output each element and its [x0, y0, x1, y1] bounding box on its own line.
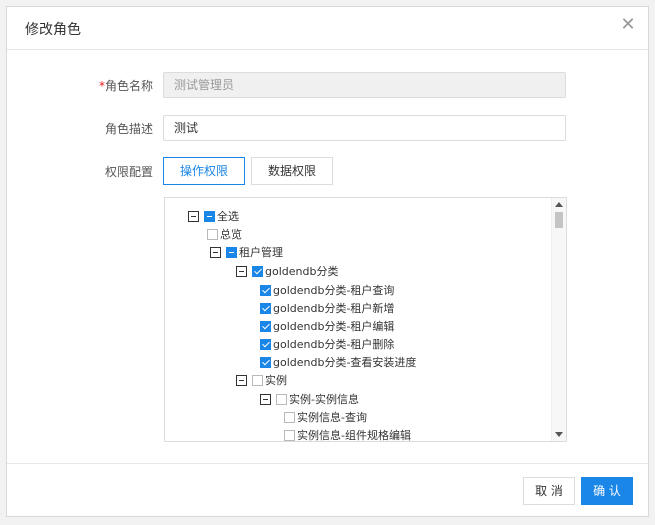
tree-node-label: goldendb分类-租户编辑 [273, 320, 395, 333]
permission-tabs: 操作权限 数据权限 [163, 157, 339, 185]
collapse-icon[interactable] [236, 265, 247, 277]
tree-node[interactable]: goldendb分类-查看安装进度 [260, 354, 416, 370]
dialog-header: 修改角色 ✕ [7, 7, 648, 50]
tree-node-label: 总览 [220, 228, 242, 241]
role-name-label: *角色名称 [98, 79, 153, 93]
role-desc-input[interactable]: 测试 [163, 115, 566, 141]
tree-node-label: goldendb分类 [265, 265, 339, 278]
tree-node-label: goldendb分类-租户查询 [273, 284, 395, 297]
role-name-input[interactable]: 测试管理员 [163, 72, 566, 98]
tree-node-label: goldendb分类-租户删除 [273, 338, 395, 351]
collapse-icon[interactable] [260, 393, 271, 405]
tree-checkbox[interactable] [207, 228, 218, 240]
tree-checkbox[interactable] [260, 338, 271, 350]
tree-checkbox[interactable] [276, 393, 287, 405]
tree-checkbox[interactable] [260, 284, 271, 296]
tree-node-label: goldendb分类-租户新增 [273, 302, 395, 315]
tree-checkbox[interactable] [260, 356, 271, 368]
tree-node[interactable]: 实例信息-查询 [284, 409, 367, 425]
scroll-down-icon[interactable] [555, 432, 563, 437]
tree-node[interactable]: goldendb分类 [236, 263, 338, 279]
tree-node[interactable]: goldendb分类-租户删除 [260, 336, 394, 352]
tree-checkbox[interactable] [260, 320, 271, 332]
tree-checkbox[interactable] [226, 246, 237, 258]
collapse-icon[interactable] [236, 374, 247, 386]
dialog-footer: 取 消 确 认 [7, 463, 648, 516]
scroll-thumb[interactable] [555, 212, 563, 228]
collapse-icon[interactable] [210, 246, 221, 258]
tree-checkbox[interactable] [284, 429, 295, 441]
tree-node[interactable]: 全选 [188, 208, 239, 224]
tree-checkbox[interactable] [252, 265, 263, 277]
dialog-title: 修改角色 [25, 22, 81, 38]
tree-node-label: 实例 [265, 374, 287, 387]
close-icon[interactable]: ✕ [618, 15, 638, 35]
tree-checkbox[interactable] [284, 411, 295, 423]
tree-node-label: 实例信息-查询 [297, 411, 367, 424]
tree-checkbox[interactable] [252, 374, 263, 386]
tree-node[interactable]: 租户管理 [210, 244, 283, 260]
permission-tree: 全选总览租户管理 goldendb分类 goldendb分类-租户查询 goldend… [164, 197, 567, 442]
tree-checkbox[interactable] [204, 210, 215, 222]
scroll-up-icon[interactable] [555, 202, 563, 207]
tree-node-label: 租户管理 [239, 246, 283, 259]
tree-node[interactable]: 总览 [207, 226, 242, 242]
tree-node-label: goldendb分类-查看安装进度 [273, 356, 417, 369]
tree-node[interactable]: 实例-实例信息 [260, 391, 359, 407]
tree-node[interactable]: goldendb分类-租户新增 [260, 300, 394, 316]
tab-data-permission[interactable]: 数据权限 [251, 157, 334, 185]
tree-node[interactable]: 实例 [236, 372, 287, 388]
tree-node[interactable]: goldendb分类-租户查询 [260, 282, 394, 298]
tree-checkbox[interactable] [260, 302, 271, 314]
tree-node[interactable]: 实例信息-组件规格编辑 [284, 427, 411, 442]
tree-node-label: 实例信息-组件规格编辑 [297, 429, 411, 442]
cancel-button[interactable]: 取 消 [523, 477, 575, 505]
confirm-button[interactable]: 确 认 [581, 477, 633, 505]
tree-node-label: 实例-实例信息 [289, 393, 359, 406]
tree-scrollbar[interactable] [551, 198, 566, 441]
edit-role-dialog: 修改角色 ✕ *角色名称 测试管理员 角色描述 测试 权限配置 操作权限 数据权… [6, 6, 649, 517]
role-desc-label: 角色描述 [104, 122, 153, 136]
tab-operation-permission[interactable]: 操作权限 [163, 157, 246, 185]
collapse-icon[interactable] [188, 210, 199, 222]
permission-label: 权限配置 [104, 165, 153, 179]
tree-node-label: 全选 [217, 210, 239, 223]
tree-node[interactable]: goldendb分类-租户编辑 [260, 318, 394, 334]
